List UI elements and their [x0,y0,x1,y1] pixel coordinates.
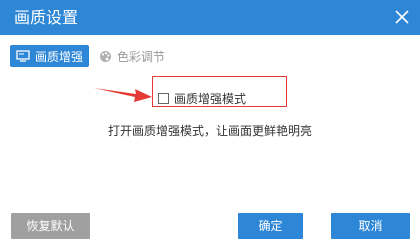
window-title: 画质设置 [14,8,79,27]
cancel-button[interactable]: 取消 [331,213,410,239]
enhance-mode-checkbox[interactable] [158,93,169,104]
arrow-pointer-icon [94,88,152,102]
tab-label: 色彩调节 [117,49,166,64]
tab-picture-enhance[interactable]: 画质增强 [10,45,89,67]
close-icon[interactable] [394,9,410,25]
enhance-mode-option[interactable]: 画质增强模式 [158,90,246,107]
palette-icon [100,50,111,62]
tab-color-adjust[interactable]: 色彩调节 [99,45,165,67]
reset-default-button[interactable]: 恢复默认 [11,213,90,239]
title-bar: 画质设置 [0,0,420,35]
option-description: 打开画质增强模式，让画面更鲜艳明亮 [107,124,312,138]
checkbox-label: 画质增强模式 [174,92,247,106]
display-icon [16,50,30,62]
ok-button[interactable]: 确定 [238,213,303,239]
tab-label: 画质增强 [35,49,84,64]
